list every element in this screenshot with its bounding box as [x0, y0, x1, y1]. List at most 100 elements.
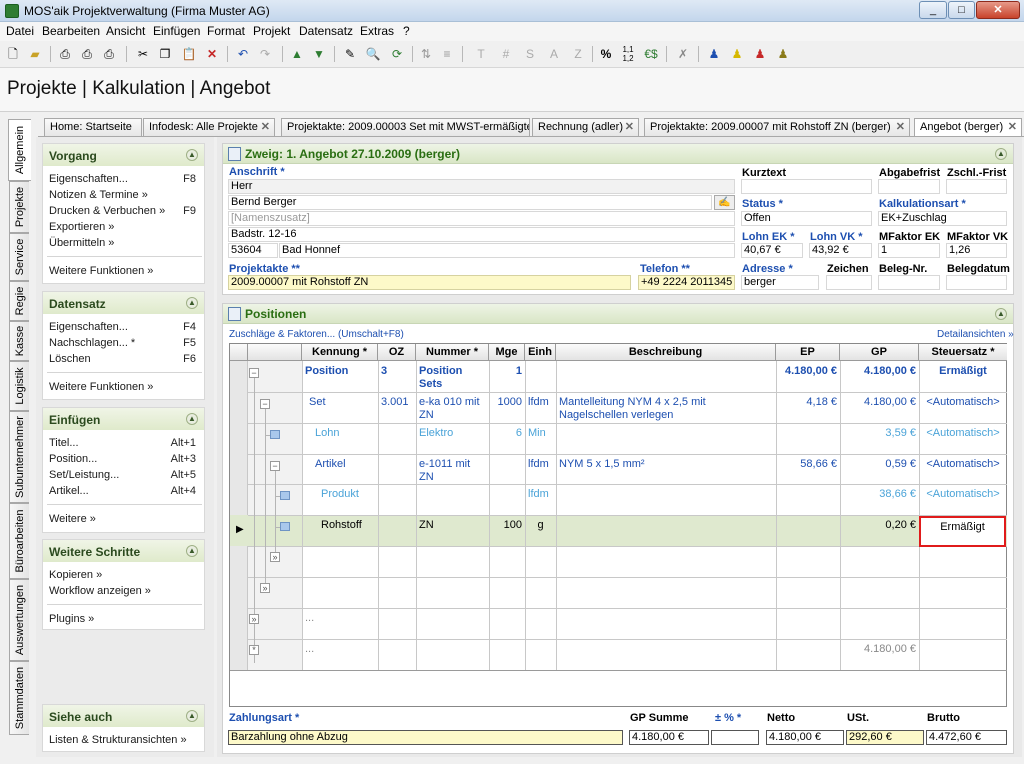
- cell-kennung[interactable]: ...: [302, 640, 378, 670]
- vtab-subunternehmer[interactable]: Subunternehmer: [9, 411, 29, 503]
- link-plugins[interactable]: Plugins »: [49, 613, 94, 625]
- col-gp[interactable]: GP: [840, 344, 919, 361]
- link-weitere-funktionen[interactable]: Weitere Funktionen »: [49, 381, 153, 393]
- copy-icon[interactable]: ❐: [156, 45, 174, 63]
- cell-nummer[interactable]: e-1011 mit ZN: [416, 455, 489, 484]
- menu-datensatz[interactable]: Datensatz: [299, 24, 353, 38]
- user-red-icon[interactable]: ♟: [751, 45, 769, 63]
- number-icon[interactable]: #: [497, 45, 515, 63]
- collapse-toggle-icon[interactable]: −: [249, 368, 259, 378]
- cell-steuersatz[interactable]: <Automatisch>: [919, 393, 1007, 423]
- link-eigenschaften[interactable]: Eigenschaften...: [49, 321, 128, 333]
- close-tab-icon[interactable]: ✕: [1008, 119, 1017, 135]
- cell-mge[interactable]: 1: [489, 362, 525, 392]
- kurztext-field[interactable]: [741, 179, 872, 194]
- detailansichten-link[interactable]: Detailansichten »: [937, 329, 1014, 340]
- vtab-logistik[interactable]: Logistik: [9, 361, 29, 411]
- refresh-icon[interactable]: ⟳: [388, 45, 406, 63]
- menu-projekt[interactable]: Projekt: [253, 24, 290, 38]
- cell-steuersatz[interactable]: Ermäßigt: [919, 362, 1007, 392]
- maximize-button[interactable]: □: [948, 1, 975, 19]
- set-icon[interactable]: S: [521, 45, 539, 63]
- print-icon[interactable]: ⎙: [56, 45, 74, 63]
- link-listen-strukturansichten[interactable]: Listen & Strukturansichten »: [49, 734, 187, 746]
- col-kennung[interactable]: Kennung *: [302, 344, 378, 361]
- link-kopieren[interactable]: Kopieren »: [49, 569, 102, 581]
- col-einh[interactable]: Einh: [525, 344, 556, 361]
- cell-kennung[interactable]: Position: [302, 362, 378, 392]
- cell-nummer[interactable]: e-ka 010 mit ZN: [416, 393, 489, 423]
- collapse-icon[interactable]: ▲: [186, 545, 198, 557]
- vtab-stammdaten[interactable]: Stammdaten: [9, 661, 29, 735]
- menu-einfuegen[interactable]: Einfügen: [153, 24, 200, 38]
- collapse-icon[interactable]: ▲: [186, 149, 198, 161]
- ort-field[interactable]: Bad Honnef: [279, 243, 735, 258]
- cell-steuersatz[interactable]: <Automatisch>: [919, 424, 1007, 454]
- user-blue-icon[interactable]: ♟: [705, 45, 723, 63]
- vtab-kasse[interactable]: Kasse: [9, 321, 29, 361]
- mfaktor-ek-field[interactable]: 1: [878, 243, 940, 258]
- ust-field[interactable]: 292,60 €: [846, 730, 924, 745]
- link-weitere[interactable]: Weitere »: [49, 513, 96, 525]
- plz-field[interactable]: 53604: [228, 243, 278, 258]
- link-set-leistung[interactable]: Set/Leistung...: [49, 469, 119, 481]
- cell-mge[interactable]: 1000: [489, 393, 525, 423]
- cell-kennung[interactable]: ...: [302, 609, 378, 639]
- title-icon[interactable]: T: [472, 45, 490, 63]
- redo-icon[interactable]: ↷: [256, 45, 274, 63]
- telefon-field[interactable]: +49 2224 2011345: [638, 275, 735, 290]
- cell-kennung[interactable]: Set: [306, 393, 378, 423]
- tab-home[interactable]: Home: Startseite: [44, 118, 142, 136]
- decimal-icon[interactable]: 1,1 1,2: [619, 45, 637, 63]
- move-up-icon[interactable]: ▲: [288, 45, 306, 63]
- print-preview-icon[interactable]: ⎙: [78, 45, 96, 63]
- z-icon[interactable]: Z: [569, 45, 587, 63]
- status-field[interactable]: Offen: [741, 211, 872, 226]
- paste-icon[interactable]: 📋: [180, 45, 198, 63]
- article-icon[interactable]: A: [545, 45, 563, 63]
- tab-infodesk[interactable]: Infodesk: Alle Projekte ✕: [143, 118, 275, 136]
- link-drucken-verbuchen[interactable]: Drucken & Verbuchen »: [49, 205, 165, 217]
- tab-rechnung[interactable]: Rechnung (adler) ✕: [532, 118, 639, 136]
- user-olive-icon[interactable]: ♟: [774, 45, 792, 63]
- vtab-service[interactable]: Service: [9, 233, 29, 281]
- edit-icon[interactable]: ✎: [341, 45, 359, 63]
- link-exportieren[interactable]: Exportieren »: [49, 221, 114, 233]
- close-tab-icon[interactable]: ✕: [261, 119, 270, 135]
- link-artikel[interactable]: Artikel...: [49, 485, 89, 497]
- projektakte-field[interactable]: 2009.00007 mit Rohstoff ZN: [228, 275, 631, 290]
- cell-einh[interactable]: Min: [525, 424, 556, 454]
- col-beschreibung[interactable]: Beschreibung: [556, 344, 776, 361]
- cell-einh[interactable]: lfdm: [525, 455, 556, 484]
- cell-ep[interactable]: 58,66 €: [776, 455, 840, 484]
- abgabefrist-field[interactable]: [878, 179, 940, 194]
- col-mge[interactable]: Mge: [489, 344, 525, 361]
- cell-gp[interactable]: 4.180,00 €: [840, 393, 919, 423]
- cell-kennung[interactable]: Rohstoff: [318, 516, 378, 546]
- cell-gp[interactable]: 4.180,00 €: [840, 362, 919, 392]
- col-ep[interactable]: EP: [776, 344, 840, 361]
- close-button[interactable]: ✕: [976, 1, 1020, 19]
- format-icon[interactable]: ≡: [438, 45, 456, 63]
- cell-kennung[interactable]: Produkt: [318, 485, 378, 515]
- cell-einh[interactable]: lfdm: [525, 393, 556, 423]
- collapse-icon[interactable]: ▲: [186, 413, 198, 425]
- zahlungsart-field[interactable]: Barzahlung ohne Abzug: [228, 730, 623, 745]
- menu-datei[interactable]: Datei: [6, 24, 34, 38]
- belegdatum-field[interactable]: [946, 275, 1007, 290]
- cell-kennung[interactable]: Artikel: [312, 455, 378, 484]
- cell-steuersatz[interactable]: <Automatisch>: [919, 455, 1007, 484]
- menu-help[interactable]: ?: [403, 24, 410, 38]
- beleg-nr-field[interactable]: [878, 275, 940, 290]
- col-nummer[interactable]: Nummer *: [416, 344, 489, 361]
- link-loeschen[interactable]: Löschen: [49, 353, 91, 365]
- vtab-allgemein[interactable]: Allgemein: [8, 119, 31, 181]
- namenszusatz-field[interactable]: [Namenszusatz]: [228, 211, 735, 226]
- col-oz[interactable]: OZ: [378, 344, 416, 361]
- cell-mge[interactable]: 6: [489, 424, 525, 454]
- tools-icon[interactable]: ✗: [674, 45, 692, 63]
- strasse-field[interactable]: Badstr. 12-16: [228, 227, 735, 242]
- zschl-frist-field[interactable]: [946, 179, 1007, 194]
- link-titel[interactable]: Titel...: [49, 437, 79, 449]
- minimize-button[interactable]: _: [919, 1, 947, 19]
